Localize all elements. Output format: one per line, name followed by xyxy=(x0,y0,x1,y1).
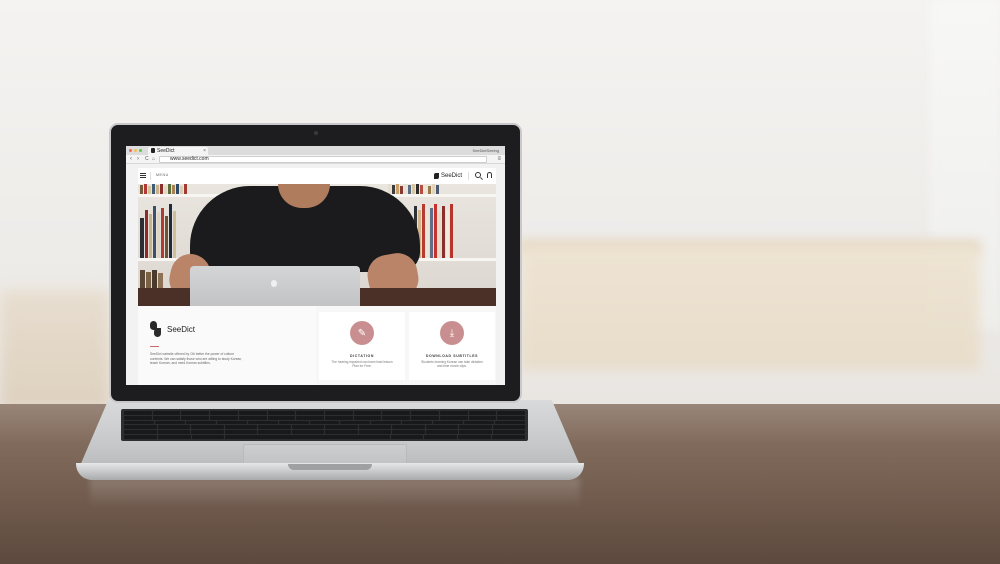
close-window-dot[interactable] xyxy=(129,149,132,152)
header-brand-text: SeeDict xyxy=(440,173,462,179)
apple-logo-icon xyxy=(271,280,277,287)
laptop-screen: SeeDict × SeeDictSeeing ‹ › C ⌂ www.seed… xyxy=(126,146,505,385)
laptop-lid: SeeDict × SeeDictSeeing ‹ › C ⌂ www.seed… xyxy=(109,123,522,403)
books-left-top xyxy=(140,184,187,194)
laptop-reflection xyxy=(90,478,580,508)
content-section: SeeDict SeeDict website offered by Citi … xyxy=(138,306,496,385)
menu-label[interactable]: MENU xyxy=(156,173,169,177)
maximize-window-dot[interactable] xyxy=(139,149,142,152)
about-panel: SeeDict SeeDict website offered by Citi … xyxy=(138,306,316,385)
browser-tab-bar: SeeDict × SeeDictSeeing xyxy=(126,146,505,155)
card-text: The hearing impaired can learn lead less… xyxy=(331,360,393,369)
home-icon[interactable]: ⌂ xyxy=(152,156,155,163)
tab-title: SeeDict xyxy=(157,148,175,154)
browser-user-label[interactable]: SeeDictSeeing xyxy=(473,147,499,154)
browser-toolbar: ‹ › C ⌂ www.seedict.com ≡ xyxy=(126,155,505,164)
window-controls xyxy=(129,149,142,152)
card-text: Students learning Korean can take dictat… xyxy=(421,360,483,369)
edit-icon: ✎ xyxy=(350,321,374,345)
feature-card-download[interactable]: ⤓ DOWNLOAD SUBTITLES Students learning K… xyxy=(409,312,495,380)
books-left xyxy=(140,204,176,258)
keyboard xyxy=(121,409,528,441)
search-icon[interactable] xyxy=(475,172,481,178)
header-divider-right xyxy=(468,172,469,180)
browser-menu-icon[interactable]: ≡ xyxy=(497,155,501,163)
address-bar[interactable]: www.seedict.com xyxy=(159,156,487,163)
download-icon: ⤓ xyxy=(440,321,464,345)
forward-icon[interactable]: › xyxy=(137,156,139,163)
header-brand[interactable]: SeeDict xyxy=(433,171,462,181)
accent-divider xyxy=(150,346,159,347)
seedict-logo-icon xyxy=(433,173,439,179)
books-right-top xyxy=(388,184,439,194)
blurred-shelf xyxy=(0,290,110,410)
back-icon[interactable]: ‹ xyxy=(130,156,132,163)
seedict-logo-icon xyxy=(150,321,162,338)
books-left-bottom xyxy=(140,270,163,288)
tab-close-icon[interactable]: × xyxy=(203,147,206,155)
blurred-cabinet xyxy=(520,245,980,370)
card-title: DICTATION xyxy=(350,354,374,358)
card-title: DOWNLOAD SUBTITLES xyxy=(425,354,479,358)
browser-tab[interactable]: SeeDict × xyxy=(148,147,208,155)
trackpad xyxy=(243,444,407,464)
minimize-window-dot[interactable] xyxy=(134,149,137,152)
hero-laptop xyxy=(190,266,360,306)
seedict-favicon xyxy=(151,148,155,153)
about-text: SeeDict website offered by Citi better t… xyxy=(150,352,243,366)
site-header: MENU SeeDict xyxy=(138,168,496,184)
header-divider xyxy=(150,172,151,180)
hero-image xyxy=(138,184,496,306)
reload-icon[interactable]: C xyxy=(145,156,149,163)
feature-card-dictation[interactable]: ✎ DICTATION The hearing impaired can lea… xyxy=(319,312,405,380)
about-brand: SeeDict xyxy=(167,325,196,334)
webcam xyxy=(314,131,318,135)
bell-icon[interactable] xyxy=(487,172,492,178)
hamburger-menu-icon[interactable] xyxy=(140,173,146,178)
laptop-notch xyxy=(288,464,372,470)
